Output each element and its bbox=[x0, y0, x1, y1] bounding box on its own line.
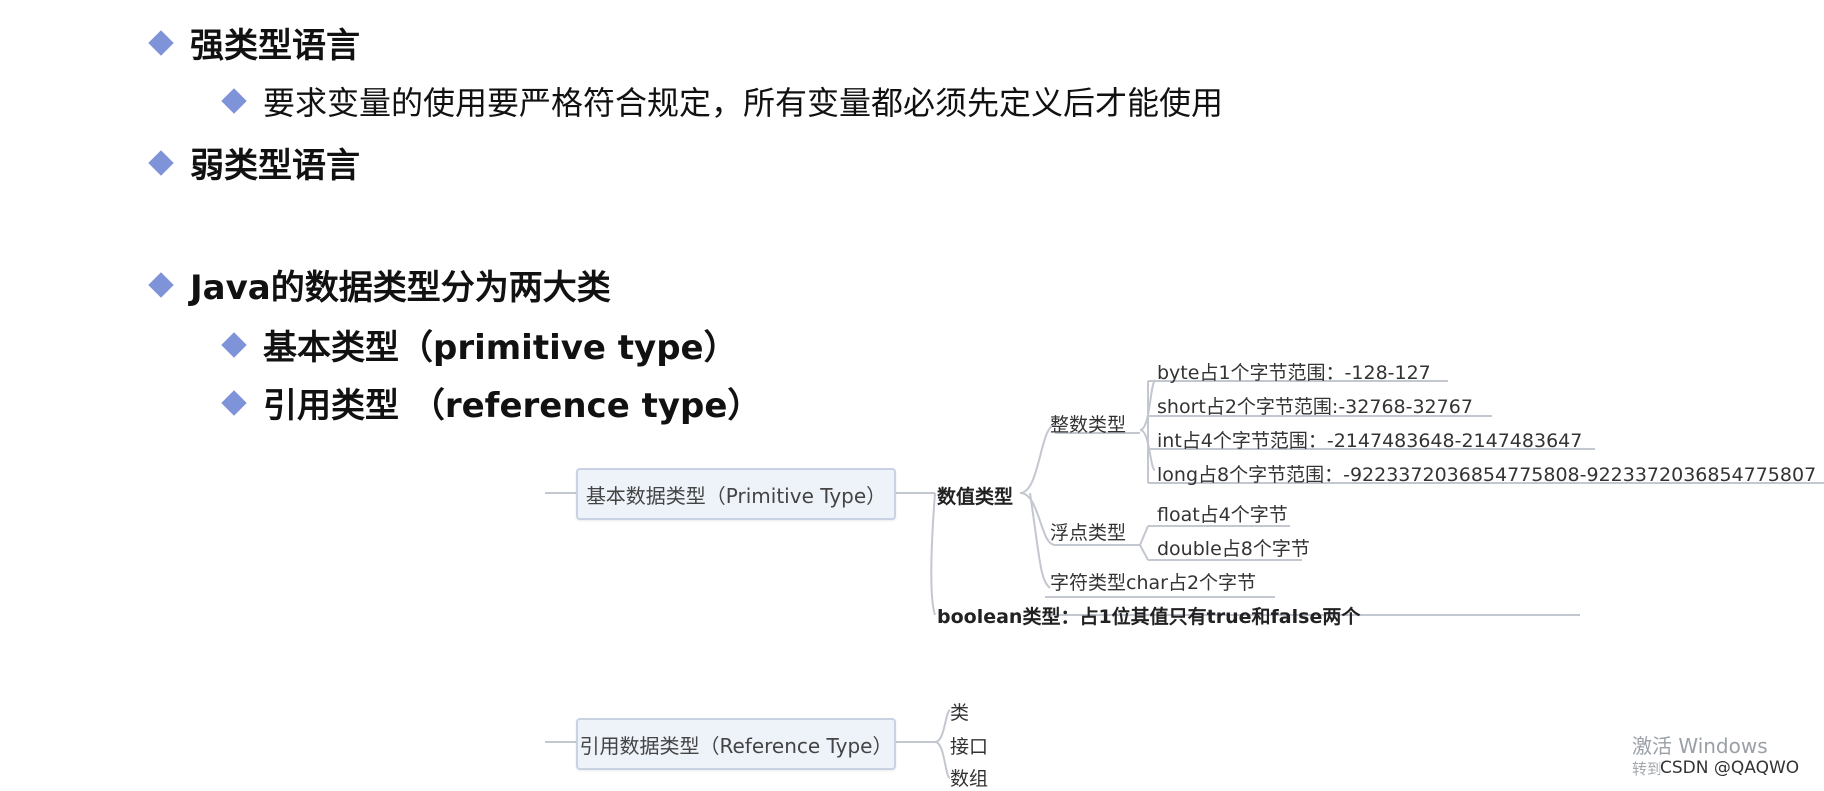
mindmap-char: 字符类型char占2个字节 bbox=[1050, 572, 1257, 594]
mindmap-double: double占8个字节 bbox=[1157, 538, 1310, 560]
node-label: 基本数据类型（Primitive Type） bbox=[585, 483, 887, 508]
bullet-text: Java的数据类型分为两大类 bbox=[190, 268, 611, 308]
mindmap-float: float占4个字节 bbox=[1157, 504, 1288, 526]
mindmap-reference-root: 引用数据类型（Reference Type） bbox=[576, 718, 896, 770]
mindmap-int: int占4个字节范围：-2147483648-2147483647 bbox=[1157, 430, 1583, 452]
bullet-reference-type: 引用类型 （reference type） bbox=[221, 378, 762, 427]
mindmap-float-type: 浮点类型 bbox=[1050, 522, 1127, 544]
bullet-diamond-icon bbox=[221, 389, 247, 416]
node-label: 引用数据类型（Reference Type） bbox=[579, 733, 893, 758]
mindmap-long: long占8个字节范围：-9223372036854775808-9223372… bbox=[1157, 464, 1817, 486]
windows-activation-watermark: 激活 Windows bbox=[1632, 734, 1768, 758]
mindmap-short: short占2个字节范围:-32768-32767 bbox=[1157, 396, 1473, 418]
mindmap-integer-type: 整数类型 bbox=[1050, 414, 1127, 436]
mindmap-interface: 接口 bbox=[950, 736, 989, 758]
mindmap-byte: byte占1个字节范围：-128-127 bbox=[1157, 362, 1431, 384]
bullet-weak-typing: 弱类型语言 bbox=[148, 138, 360, 187]
bullet-text: 基本类型（primitive type） bbox=[263, 328, 738, 368]
bullet-java-types: Java的数据类型分为两大类 bbox=[148, 260, 611, 309]
mindmap-boolean: boolean类型：占1位其值只有true和false两个 bbox=[937, 606, 1361, 628]
bullet-diamond-icon bbox=[148, 271, 174, 298]
bullet-diamond-icon bbox=[221, 88, 247, 114]
bullet-text: 强类型语言 bbox=[190, 26, 360, 66]
bullet-diamond-icon bbox=[221, 331, 247, 358]
windows-activation-goto: 转到 bbox=[1632, 760, 1663, 778]
mindmap-numeric-type: 数值类型 bbox=[937, 486, 1014, 508]
csdn-watermark: CSDN @QAQWO bbox=[1660, 758, 1800, 778]
bullet-text: 引用类型 （reference type） bbox=[263, 386, 762, 426]
mindmap-class: 类 bbox=[950, 702, 970, 724]
bullet-text: 弱类型语言 bbox=[190, 146, 360, 186]
mindmap-array: 数组 bbox=[950, 768, 989, 790]
bullet-diamond-icon bbox=[148, 149, 174, 176]
bullet-text: 要求变量的使用要严格符合规定，所有变量都必须先定义后才能使用 bbox=[263, 84, 1224, 122]
bullet-strong-typing-detail: 要求变量的使用要严格符合规定，所有变量都必须先定义后才能使用 bbox=[221, 78, 1224, 124]
bullet-strong-typing: 强类型语言 bbox=[148, 18, 360, 67]
bullet-diamond-icon bbox=[148, 29, 174, 56]
bullet-primitive-type: 基本类型（primitive type） bbox=[221, 320, 738, 369]
mindmap-primitive-root: 基本数据类型（Primitive Type） bbox=[576, 468, 896, 520]
